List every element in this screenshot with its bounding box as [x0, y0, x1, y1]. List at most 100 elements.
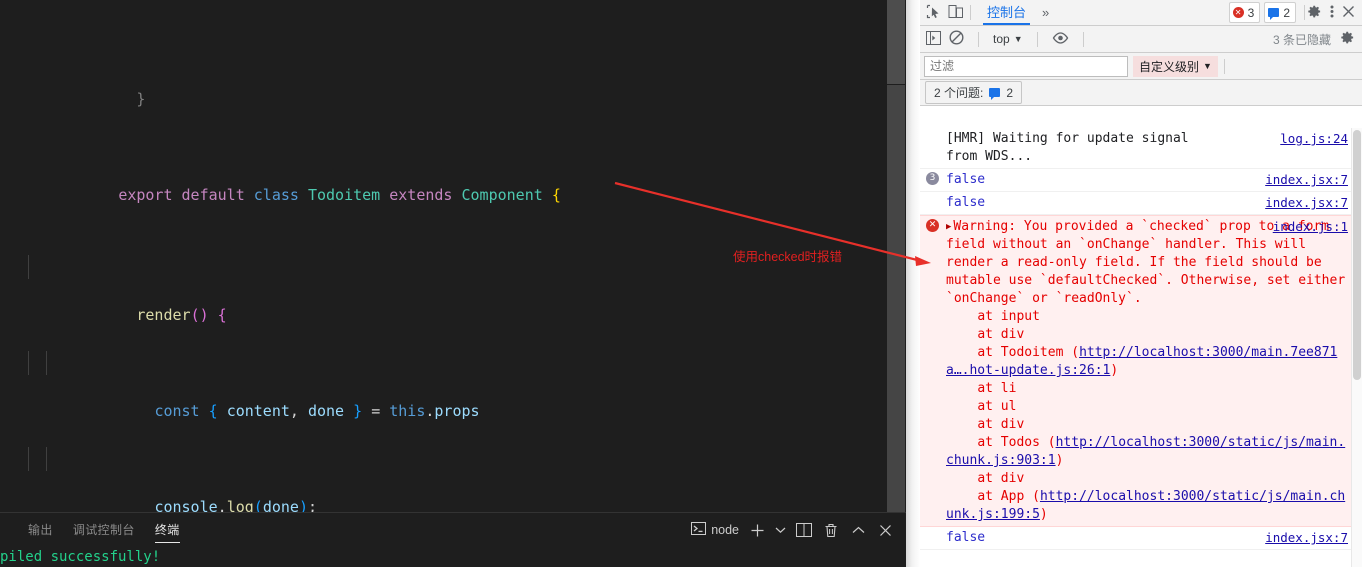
- panel-actions: node: [691, 513, 894, 547]
- console-message-text: false: [946, 530, 986, 545]
- console-message-source[interactable]: index.jsx:7: [1265, 194, 1348, 212]
- console-message-source[interactable]: log.js:24: [1280, 130, 1348, 148]
- stack-frame: at li: [946, 381, 1017, 396]
- log-level-selector[interactable]: 自定义级别 ▼: [1133, 55, 1218, 77]
- chevron-down-icon: ▼: [1203, 61, 1212, 71]
- terminal-shell-label: node: [711, 523, 739, 537]
- stack-frame: at Todoitem (http://localhost:3000/main.…: [946, 345, 1338, 378]
- vscode-window: } export default class Todoitem extends …: [0, 0, 906, 567]
- message-count: 2: [1283, 5, 1290, 20]
- stack-frame: at div: [946, 471, 1025, 486]
- editor-scrollbar-track[interactable]: [887, 85, 905, 512]
- hidden-messages-group: 3 条已隐藏: [1273, 30, 1362, 48]
- execution-context-label: top: [993, 32, 1010, 46]
- trash-icon[interactable]: [822, 521, 840, 539]
- panel-tab-output[interactable]: 输出: [18, 513, 63, 547]
- console-message-source[interactable]: index.jsx:7: [1265, 529, 1348, 547]
- code-line: export default class Todoitem extends Co…: [118, 186, 561, 204]
- terminal-shell-selector[interactable]: node: [691, 521, 739, 539]
- inspect-icon[interactable]: [926, 4, 941, 22]
- console-message-list[interactable]: [HMR] Waiting for update signal from WDS…: [920, 128, 1362, 567]
- error-count-badge[interactable]: ✕ 3: [1228, 2, 1261, 23]
- stack-frame: at Todos (http://localhost:3000/static/j…: [946, 435, 1346, 468]
- message-count-badge[interactable]: 2: [1264, 2, 1296, 23]
- editor-scrollbar-thumb[interactable]: [887, 0, 905, 84]
- expand-triangle-icon[interactable]: ▶: [946, 218, 951, 236]
- screen: } export default class Todoitem extends …: [0, 0, 1362, 567]
- issues-count: 2: [1006, 85, 1014, 100]
- issues-chip[interactable]: 2 个问题: 2: [925, 81, 1023, 104]
- repeat-count-badge: 3: [926, 172, 939, 185]
- devtools-panel: 控制台 » ✕ 3 2 top ▼ 3 条已隐藏 过滤 自定义级别 ▼ 2 个问…: [920, 0, 1362, 567]
- log-level-label: 自定义级别: [1139, 59, 1200, 74]
- console-scrollbar[interactable]: [1351, 128, 1362, 567]
- error-count: 3: [1247, 5, 1255, 20]
- error-icon: ✕: [926, 219, 939, 232]
- editor-scrollbar[interactable]: [886, 0, 906, 512]
- console-sidebar-icon[interactable]: [926, 30, 941, 48]
- terminal-icon: [691, 522, 707, 538]
- console-error-message[interactable]: ✕ index.js:1 ▶ Warning: You provided a `c…: [920, 215, 1362, 527]
- console-message[interactable]: 3 false index.jsx:7: [920, 169, 1362, 192]
- divider: [1036, 31, 1038, 47]
- code-line: const { content, done } = this.props: [0, 351, 618, 420]
- bottom-panel: 输出 调试控制台 终端 node piled successfully!: [0, 512, 906, 567]
- code-line: console.log(done);: [0, 447, 618, 512]
- error-icon: ✕: [1232, 7, 1244, 18]
- terminal-output[interactable]: piled successfully!: [0, 547, 906, 567]
- split-terminal-icon[interactable]: [795, 521, 813, 539]
- stack-frame-link[interactable]: http://localhost:3000/static/js/main.chu…: [946, 435, 1345, 468]
- console-filter-row: 自定义级别 ▼: [920, 53, 1362, 80]
- filter-input[interactable]: [924, 55, 1128, 77]
- panel-tab-terminal[interactable]: 终端: [145, 513, 190, 547]
- device-toolbar-icon[interactable]: [948, 4, 964, 22]
- clear-console-icon[interactable]: [949, 30, 964, 48]
- stack-frame-link[interactable]: http://localhost:3000/main.7ee871a….hot-…: [946, 345, 1337, 378]
- maximize-panel-icon[interactable]: [849, 521, 867, 539]
- divider: [1223, 58, 1225, 74]
- devtools-topbar: 控制台 » ✕ 3 2: [920, 0, 1362, 26]
- stack-frame: at ul: [946, 399, 1017, 414]
- console-settings-gear-icon[interactable]: [1340, 30, 1355, 48]
- console-message-text: false: [946, 172, 986, 187]
- stack-frame: at App (http://localhost:3000/static/js/…: [946, 489, 1346, 522]
- stack-frame: at input: [946, 309, 1040, 324]
- execution-context-selector[interactable]: top ▼: [993, 32, 1023, 46]
- settings-gear-icon[interactable]: [1307, 4, 1322, 22]
- console-message[interactable]: [HMR] Waiting for update signal from WDS…: [920, 128, 1362, 169]
- issues-label: 2 个问题:: [934, 86, 984, 100]
- console-message-source[interactable]: index.jsx:7: [1265, 171, 1348, 189]
- divider: [970, 5, 971, 20]
- more-tabs-icon[interactable]: »: [1036, 5, 1055, 20]
- issues-bar: 2 个问题: 2: [920, 80, 1362, 106]
- chevron-down-icon[interactable]: [775, 521, 786, 539]
- annotation-label: 使用checked时报错: [733, 250, 843, 264]
- message-icon: [989, 88, 1001, 100]
- issue-badges: ✕ 3 2: [1228, 2, 1301, 23]
- panel-tab-problems[interactable]: [0, 513, 18, 547]
- console-message-source[interactable]: index.js:1: [1273, 218, 1348, 236]
- hidden-messages-label: 3 条已隐藏: [1272, 32, 1331, 47]
- panel-tab-list: 输出 调试控制台 终端: [0, 513, 190, 547]
- console-error-stack: at input at div at Todoitem (http://loca…: [946, 308, 1348, 524]
- divider: [1082, 31, 1084, 47]
- stack-frame-link[interactable]: http://localhost:3000/static/js/main.chu…: [946, 489, 1345, 522]
- message-icon: [1268, 8, 1280, 20]
- new-terminal-icon[interactable]: [748, 521, 766, 539]
- console-message-text: false: [946, 195, 986, 210]
- code-line: }: [118, 90, 146, 108]
- close-panel-icon[interactable]: [876, 521, 894, 539]
- more-options-icon[interactable]: [1330, 4, 1334, 22]
- console-message[interactable]: false index.jsx:7: [920, 192, 1362, 215]
- code-content: } export default class Todoitem extends …: [0, 0, 618, 512]
- devtools-left-icons: [920, 4, 964, 22]
- eye-icon[interactable]: [1052, 31, 1069, 47]
- window-divider: [906, 0, 920, 567]
- close-icon[interactable]: [1342, 5, 1355, 21]
- tab-console[interactable]: 控制台: [977, 0, 1036, 25]
- panel-tab-debug-console[interactable]: 调试控制台: [63, 513, 145, 547]
- divider: [1304, 5, 1305, 20]
- console-scrollbar-thumb[interactable]: [1353, 130, 1361, 380]
- console-message-text: [HMR] Waiting for update signal from WDS…: [946, 131, 1197, 164]
- console-message[interactable]: false index.jsx:7: [920, 527, 1362, 550]
